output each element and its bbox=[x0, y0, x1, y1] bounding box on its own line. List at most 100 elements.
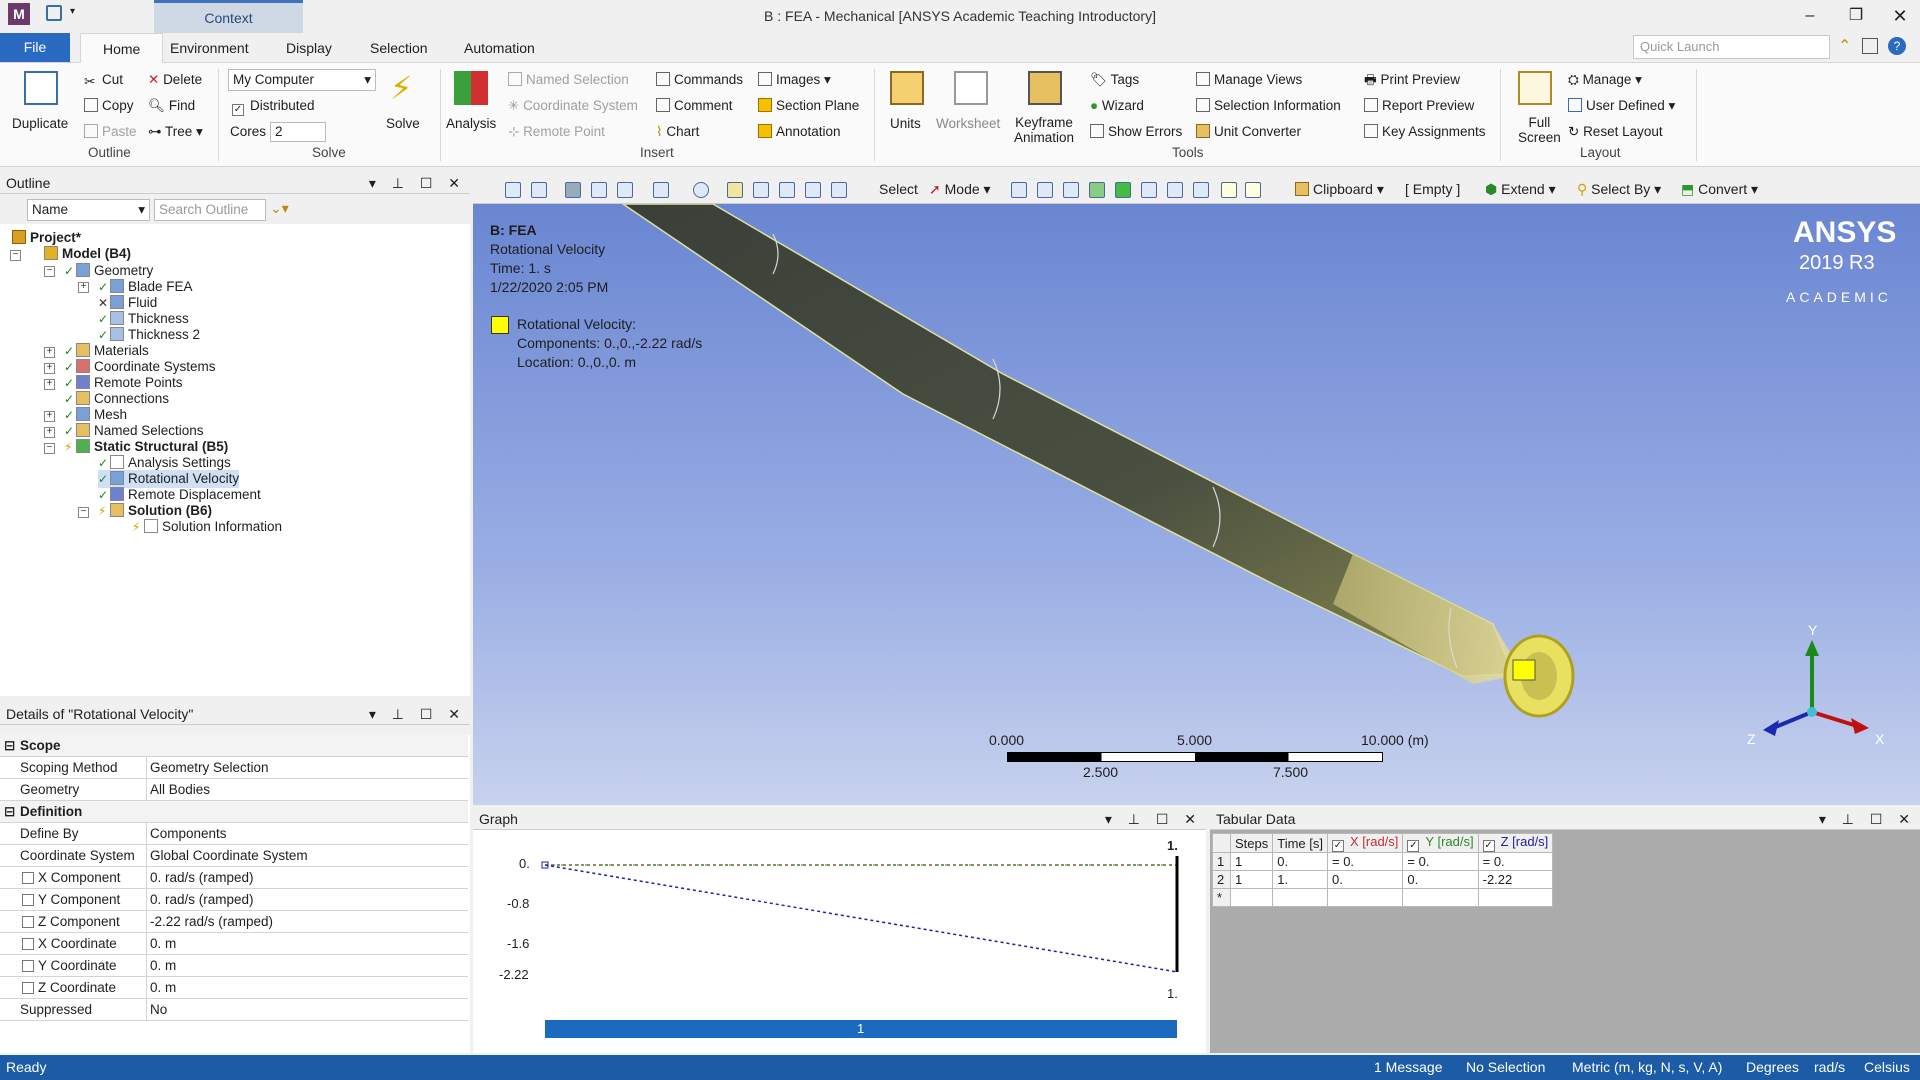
minimize-button[interactable]: – bbox=[1792, 4, 1828, 28]
parameter-checkbox[interactable] bbox=[22, 938, 34, 950]
wizard-button[interactable]: ● Wizard bbox=[1090, 97, 1144, 115]
manage-views-button[interactable]: Manage Views bbox=[1196, 71, 1302, 89]
coordinate-system-button[interactable]: ✳ Coordinate System bbox=[508, 97, 638, 115]
parameter-checkbox[interactable] bbox=[22, 872, 34, 884]
report-preview-button[interactable]: Report Preview bbox=[1364, 97, 1474, 115]
convert-button[interactable]: ⬒ Convert ▾ bbox=[1681, 181, 1758, 198]
rotate-icon[interactable] bbox=[693, 182, 709, 198]
unit-converter-button[interactable]: Unit Converter bbox=[1196, 123, 1301, 141]
column-header-x[interactable]: ✓ X [rad/s] bbox=[1326, 833, 1404, 853]
tags-button[interactable]: 🏷︎ Tags bbox=[1090, 71, 1139, 89]
select-vertex-icon[interactable] bbox=[1011, 182, 1027, 198]
status-units[interactable]: Metric (m, kg, N, s, V, A) bbox=[1572, 1055, 1722, 1080]
table-row[interactable]: 2 1 1. 0. 0. -2.22 bbox=[1212, 870, 1554, 889]
named-selection-button[interactable]: Named Selection bbox=[508, 71, 629, 89]
restore-button[interactable]: ❐ bbox=[1838, 4, 1874, 28]
column-header-y[interactable]: ✓ Y [rad/s] bbox=[1402, 833, 1479, 853]
select-by-button[interactable]: ⚲ Select By ▾ bbox=[1577, 181, 1661, 198]
blade-model[interactable] bbox=[473, 204, 1920, 805]
graphics-viewer[interactable]: B: FEA Rotational Velocity Time: 1. s 1/… bbox=[473, 204, 1920, 805]
tree-button[interactable]: ⊶ Tree ▾ bbox=[148, 123, 203, 141]
cut-button[interactable]: ✂ Cut bbox=[84, 71, 123, 89]
zoom-to-fit-icon[interactable] bbox=[805, 182, 821, 198]
details-pin-close-icons[interactable]: ▾ ⊥ ☐ ✕ bbox=[369, 703, 466, 725]
find-button[interactable]: 🔍︎ Find bbox=[148, 97, 195, 115]
box-zoom-icon[interactable] bbox=[779, 182, 795, 198]
expand-blade-fea-icon[interactable]: + bbox=[78, 282, 89, 293]
help-icon[interactable]: ? bbox=[1888, 37, 1906, 55]
status-angle-unit[interactable]: Degrees bbox=[1746, 1055, 1799, 1080]
details-row[interactable]: X Coordinate 0. m bbox=[0, 933, 468, 955]
select-face-icon[interactable] bbox=[1063, 182, 1079, 198]
key-assignments-button[interactable]: Key Assignments bbox=[1364, 123, 1486, 141]
tree-node-solution-information[interactable]: ⚡ Solution Information bbox=[132, 518, 282, 536]
select-mesh-icon[interactable] bbox=[1193, 182, 1209, 198]
wireframe-view-icon[interactable] bbox=[617, 182, 633, 198]
expand-named-selections-icon[interactable]: + bbox=[44, 427, 55, 438]
tab-environment[interactable]: Environment bbox=[156, 33, 263, 63]
analysis-button[interactable]: Analysis bbox=[446, 115, 496, 133]
mode-button[interactable]: ➚ Mode ▾ bbox=[929, 181, 991, 198]
copy-button[interactable]: Copy bbox=[84, 97, 134, 115]
column-header-time[interactable]: Time [s] bbox=[1272, 833, 1328, 853]
save-icon[interactable] bbox=[46, 5, 62, 21]
feedback-icon[interactable] bbox=[1862, 38, 1878, 54]
collapse-solution-icon[interactable]: − bbox=[78, 507, 89, 518]
select-element-face-icon[interactable] bbox=[1141, 182, 1157, 198]
parameter-checkbox[interactable] bbox=[22, 916, 34, 928]
table-row[interactable]: 1 1 0. = 0. = 0. = 0. bbox=[1212, 852, 1554, 871]
select-button[interactable]: Select bbox=[879, 181, 918, 197]
tab-display[interactable]: Display bbox=[272, 33, 346, 63]
details-row[interactable]: Y Coordinate 0. m bbox=[0, 955, 468, 977]
outline-name-filter-select[interactable]: Name ▾ bbox=[27, 199, 150, 221]
quick-access-dropdown-icon[interactable]: ▾ bbox=[70, 6, 75, 17]
full-screen-button[interactable]: Full Screen bbox=[1518, 115, 1561, 145]
expand-mesh-icon[interactable]: + bbox=[44, 411, 55, 422]
column-header-steps[interactable]: Steps bbox=[1229, 833, 1274, 853]
distributed-checkbox[interactable]: ✓ Distributed bbox=[232, 97, 315, 116]
details-row[interactable]: Suppressed No bbox=[0, 999, 468, 1021]
app-icon[interactable]: M bbox=[8, 3, 30, 25]
magnifier-icon[interactable] bbox=[831, 182, 847, 198]
reset-layout-button[interactable]: ↻ Reset Layout bbox=[1568, 123, 1663, 141]
zoom-icon[interactable] bbox=[753, 182, 769, 198]
keyframe-animation-button[interactable]: Keyframe Animation bbox=[1014, 115, 1074, 145]
paint-select-icon[interactable] bbox=[1245, 182, 1261, 198]
quick-launch-input[interactable]: Quick Launch bbox=[1633, 35, 1830, 59]
zoom-in-icon[interactable] bbox=[505, 182, 521, 198]
show-errors-button[interactable]: Show Errors bbox=[1090, 123, 1182, 141]
details-row[interactable]: Geometry All Bodies bbox=[0, 779, 468, 801]
tree-node-model[interactable]: Model (B4) bbox=[44, 245, 131, 263]
collapse-ribbon-icon[interactable]: ⌃ bbox=[1838, 36, 1851, 56]
details-row[interactable]: Y Component 0. rad/s (ramped) bbox=[0, 889, 468, 911]
shaded-view-icon[interactable] bbox=[591, 182, 607, 198]
tab-selection[interactable]: Selection bbox=[356, 33, 442, 63]
outline-pin-close-icons[interactable]: ▾ ⊥ ☐ ✕ bbox=[369, 172, 466, 194]
expand-coordinate-systems-icon[interactable]: + bbox=[44, 363, 55, 374]
tabular-pin-close-icons[interactable]: ▾ ⊥ ☐ ✕ bbox=[1819, 808, 1916, 830]
user-defined-button[interactable]: User Defined ▾ bbox=[1568, 97, 1675, 115]
selection-information-button[interactable]: Selection Information bbox=[1196, 97, 1341, 115]
select-edge-icon[interactable] bbox=[1037, 182, 1053, 198]
iso-view-icon[interactable] bbox=[565, 182, 581, 198]
collapse-static-structural-icon[interactable]: − bbox=[44, 443, 55, 454]
status-messages[interactable]: 1 Message bbox=[1374, 1055, 1442, 1080]
close-button[interactable]: ✕ bbox=[1882, 4, 1918, 28]
details-row[interactable]: Z Component -2.22 rad/s (ramped) bbox=[0, 911, 468, 933]
chart-button[interactable]: ⌇ Chart bbox=[656, 123, 699, 141]
context-tab[interactable]: Context bbox=[154, 0, 303, 33]
parameter-checkbox[interactable] bbox=[22, 982, 34, 994]
select-body-icon[interactable] bbox=[1089, 182, 1105, 198]
clipboard-button[interactable]: Clipboard ▾ bbox=[1295, 181, 1384, 198]
column-header-z[interactable]: ✓ Z [rad/s] bbox=[1477, 833, 1554, 853]
details-row[interactable]: Z Coordinate 0. m bbox=[0, 977, 468, 999]
status-rate-unit[interactable]: rad/s bbox=[1814, 1055, 1845, 1080]
comment-button[interactable]: Comment bbox=[656, 97, 733, 115]
search-outline-input[interactable]: Search Outline bbox=[154, 199, 266, 221]
images-button[interactable]: Images ▾ bbox=[758, 71, 831, 89]
parameter-checkbox[interactable] bbox=[22, 960, 34, 972]
remote-point-button[interactable]: ⊹ Remote Point bbox=[508, 123, 605, 141]
annotation-button[interactable]: Annotation bbox=[758, 123, 841, 141]
paste-button[interactable]: Paste bbox=[84, 123, 137, 141]
filter-chevron-icon[interactable]: ⌄▾ bbox=[270, 200, 289, 217]
